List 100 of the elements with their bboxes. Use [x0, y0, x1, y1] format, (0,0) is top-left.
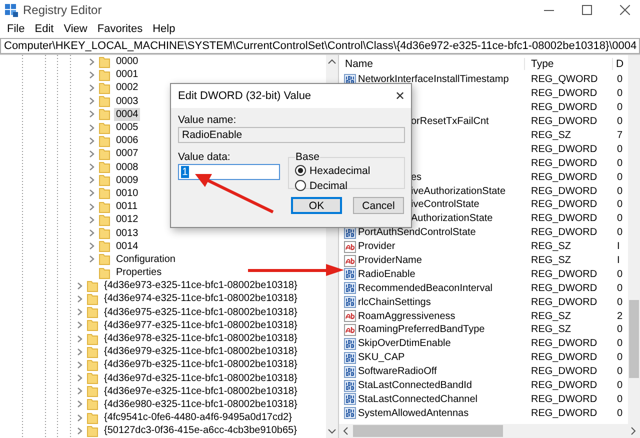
tree-item[interactable]: Configuration: [114, 252, 178, 266]
close-button[interactable]: ✕: [395, 89, 405, 103]
value-name[interactable]: iveAuthorizationState: [411, 186, 506, 197]
tree-item[interactable]: {4d36e97d-e325-11ce-bfc1-08002be10318}: [102, 372, 300, 385]
value-type: REG_SZ: [530, 255, 572, 266]
tree-item[interactable]: 0002: [114, 81, 140, 94]
tree-item[interactable]: {4d36e973-e325-11ce-bfc1-08002be10318}: [102, 279, 300, 292]
dialog-button[interactable]: Cancel: [353, 197, 404, 214]
radio-label[interactable]: Decimal: [310, 180, 348, 192]
maximize-icon[interactable]: [582, 5, 592, 15]
value-name[interactable]: SKU_CAP: [358, 352, 405, 364]
column-header[interactable]: Type: [525, 58, 613, 70]
menu-item[interactable]: Help: [148, 23, 180, 35]
value-name[interactable]: AuthorizationState: [411, 213, 493, 224]
tree-item[interactable]: {4fc9541c-0fe6-4480-a4f6-9495a0d17cd2}: [102, 411, 294, 424]
tree-item[interactable]: 0004: [114, 108, 140, 121]
folder-icon: [87, 332, 98, 345]
value-data: 0: [616, 199, 624, 210]
scrollbar[interactable]: [628, 55, 640, 424]
value-data: 0: [616, 380, 624, 392]
tree-item[interactable]: 0010: [114, 186, 140, 200]
value-data-field[interactable]: 1: [178, 164, 280, 180]
tree-item[interactable]: 0007: [114, 147, 140, 160]
folder-icon: [99, 253, 110, 266]
value-name[interactable]: SystemAllowedAntennas: [358, 408, 469, 419]
tree-item[interactable]: {4d36e97e-e325-11ce-bfc1-08002be10318}: [102, 384, 300, 398]
folder-icon: [87, 372, 98, 384]
folder-icon: [87, 280, 98, 292]
tree-item[interactable]: {4d36e97b-e325-11ce-bfc1-08002be10318}: [102, 358, 300, 372]
value-type: REG_SZ: [530, 130, 572, 141]
value-type: REG_DWORD: [530, 186, 598, 197]
value-type: REG_DWORD: [530, 144, 598, 155]
menu-item[interactable]: File: [2, 23, 30, 35]
value-type: REG_SZ: [530, 310, 572, 322]
tree-item[interactable]: 0000: [114, 55, 140, 68]
value-name[interactable]: RoamingPreferredBandType: [358, 324, 485, 336]
scroll-down-icon[interactable]: [328, 429, 336, 434]
scroll-up-icon[interactable]: [328, 59, 336, 64]
value-type: REG_DWORD: [530, 102, 598, 114]
tree-item[interactable]: 0001: [114, 68, 140, 82]
scroll-thumb[interactable]: [353, 425, 503, 437]
column-header[interactable]: D: [613, 58, 628, 70]
value-name[interactable]: orResetTxFailCnt: [411, 116, 489, 128]
tree-item[interactable]: {4d36e975-e325-11ce-bfc1-08002be10318}: [102, 306, 300, 319]
dialog-button[interactable]: OK: [291, 197, 342, 214]
radio-label[interactable]: Hexadecimal: [310, 164, 370, 176]
value-type: REG_DWORD: [530, 268, 598, 280]
tree-item[interactable]: {4d36e974-e325-11ce-bfc1-08002be10318}: [102, 292, 300, 306]
value-name[interactable]: Provider: [358, 241, 396, 252]
value-name[interactable]: SoftwareRadioOff: [358, 366, 437, 378]
folder-icon: [87, 385, 98, 398]
tree-item[interactable]: 0006: [114, 134, 140, 148]
close-icon[interactable]: [620, 5, 630, 15]
tree-item[interactable]: {50127dc3-0f36-415e-a6cc-4cb3be910b65}: [102, 424, 299, 438]
value-name-field[interactable]: RadioEnable: [178, 127, 405, 143]
tree-item[interactable]: 0005: [114, 121, 140, 134]
tree-item[interactable]: 0014: [114, 240, 140, 253]
folder-icon: [99, 266, 110, 279]
tree-item[interactable]: Properties: [114, 266, 164, 280]
tree-item[interactable]: 0009: [114, 174, 140, 187]
column-header[interactable]: Name: [339, 58, 525, 70]
value-name[interactable]: StaLastConnectedChannel: [358, 394, 478, 405]
tree-item[interactable]: 0011: [114, 200, 140, 214]
menu-item[interactable]: Edit: [30, 23, 59, 35]
scroll-left-icon[interactable]: [343, 427, 348, 435]
value-name[interactable]: RadioEnable: [358, 268, 416, 280]
field-label: Value name:: [178, 114, 238, 127]
value-name[interactable]: NetworkInterfaceInstallTimestamp: [358, 74, 509, 86]
scrollbar[interactable]: [339, 424, 640, 438]
tree-item[interactable]: {4d36e980-e325-11ce-bfc1-08002be10318}: [102, 398, 300, 411]
value-name[interactable]: SkipOverDtimEnable: [358, 338, 451, 350]
tree-item[interactable]: {4d36e978-e325-11ce-bfc1-08002be10318}: [102, 332, 300, 346]
tree-item[interactable]: 0012: [114, 213, 140, 226]
value-name[interactable]: rlcChainSettings: [358, 296, 431, 308]
registry-icon: [5, 4, 18, 16]
scroll-thumb[interactable]: [629, 300, 639, 378]
tree-item[interactable]: 0003: [114, 94, 140, 108]
value-data: 0: [616, 158, 624, 169]
value-type: REG_DWORD: [530, 158, 598, 169]
value-name[interactable]: iveControlState: [411, 199, 480, 210]
value-name[interactable]: ProviderName: [358, 255, 422, 266]
tree-item[interactable]: 0008: [114, 160, 140, 174]
value-name[interactable]: PortAuthSendControlState: [358, 227, 476, 238]
scroll-right-icon[interactable]: [631, 427, 636, 435]
radio-button[interactable]: [294, 165, 306, 176]
menu-item[interactable]: Favorites: [92, 23, 148, 35]
value-name[interactable]: StaLastConnectedBandId: [358, 380, 472, 392]
radio-button[interactable]: [294, 180, 306, 191]
menu-item[interactable]: View: [58, 23, 92, 35]
string-value-icon: [344, 310, 356, 322]
value-name[interactable]: RoamAggressiveness: [358, 310, 456, 322]
tree-item[interactable]: {4d36e979-e325-11ce-bfc1-08002be10318}: [102, 345, 300, 358]
binary-value-icon: [344, 366, 356, 378]
binary-value-icon: [344, 338, 356, 350]
value-name[interactable]: RecommendedBeaconInterval: [358, 282, 493, 294]
value-type: REG_DWORD: [530, 282, 598, 294]
value-type: REG_DWORD: [530, 352, 598, 364]
tree-item[interactable]: 0013: [114, 226, 140, 240]
address-bar[interactable]: Computer\HKEY_LOCAL_MACHINE\SYSTEM\CurrentControlSet\Control\Class\{4d36e972-e325-11ce-bfc1-08002be10318}\0004: [0, 38, 640, 54]
tree-item[interactable]: {4d36e977-e325-11ce-bfc1-08002be10318}: [102, 318, 300, 332]
